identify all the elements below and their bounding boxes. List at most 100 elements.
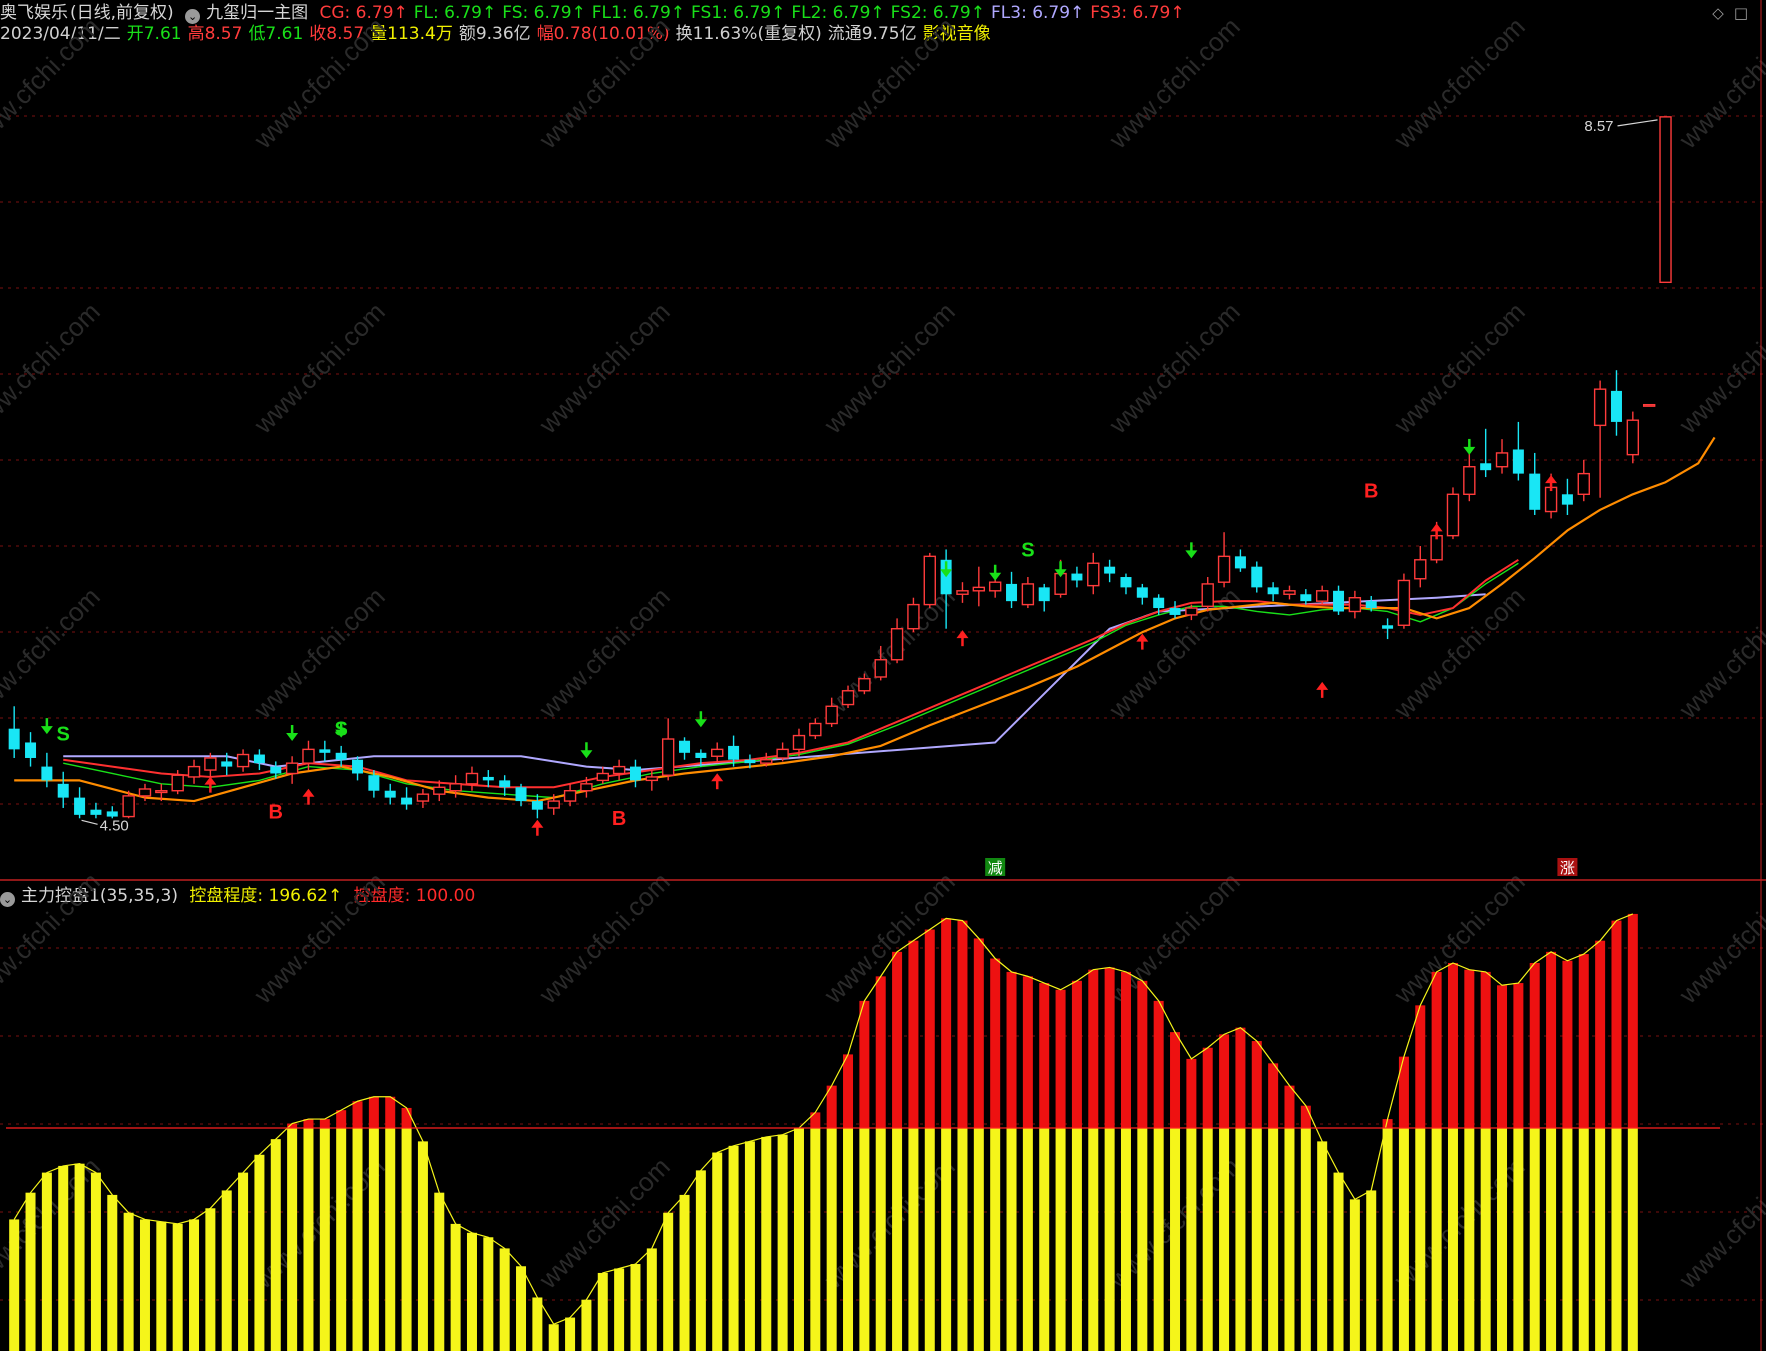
control-bar-red (1186, 1058, 1197, 1128)
control-bar-red (368, 1096, 379, 1128)
candle-body-up (890, 628, 904, 661)
control-bar-yellow (1398, 1128, 1409, 1351)
control-bar-red (1627, 913, 1638, 1128)
control-bar-yellow (1546, 1128, 1557, 1351)
candle-body-up (1495, 452, 1509, 468)
candle-body-up (1414, 559, 1427, 580)
control-bar-red (875, 976, 886, 1128)
control-bar-yellow (990, 1128, 1001, 1351)
control-bar-red (859, 1000, 870, 1128)
candle-body-up (433, 786, 446, 795)
signals: SSSBBB (40, 438, 1558, 836)
control-bar-yellow (1071, 1128, 1082, 1351)
reduce-tag: 减 (985, 858, 1006, 877)
control-bar-yellow (107, 1194, 118, 1351)
watermark-text: www.cfchi.com (1387, 866, 1530, 1009)
candle-body-up (661, 738, 675, 776)
control-bar-yellow (336, 1128, 347, 1351)
watermark-text: www.cfchi.com (1672, 1151, 1766, 1294)
control-bar-yellow (712, 1152, 723, 1351)
control-bar-red (1235, 1027, 1246, 1128)
watermark-text: www.cfchi.com (1672, 11, 1766, 154)
watermark-text: www.cfchi.com (817, 866, 960, 1009)
candle-body-up (645, 776, 659, 782)
control-bar-yellow (1186, 1128, 1197, 1351)
candle-body-up (1397, 579, 1411, 626)
candle-body-down (482, 776, 494, 781)
candle-body-down (1333, 590, 1345, 612)
candle-body-down (1267, 587, 1279, 595)
control-bar-yellow (352, 1128, 363, 1351)
candle-body-down (1480, 463, 1492, 471)
watermark-text: www.cfchi.com (532, 296, 675, 439)
control-bar-yellow (123, 1212, 134, 1351)
control-bar-yellow (368, 1128, 379, 1351)
candle-body-up (1201, 583, 1214, 608)
control-bar-red (1562, 960, 1573, 1128)
down-arrow-icon (286, 725, 299, 742)
control-bar-red (401, 1107, 412, 1128)
control-bar-red (1513, 983, 1524, 1128)
control-bar-yellow (695, 1170, 706, 1351)
candle-body-up (874, 659, 887, 678)
candle-body-down (1169, 608, 1181, 615)
candle-body-up (923, 555, 936, 606)
candle-body-down (253, 754, 265, 764)
control-bar-red (1088, 969, 1099, 1128)
candle-body-down (1104, 566, 1116, 574)
candle-body-up (155, 790, 168, 794)
candle-body-up (792, 734, 806, 751)
up-arrow-head (531, 819, 544, 828)
up-arrow-icon (1136, 633, 1149, 650)
control-bar-red (1497, 985, 1508, 1128)
control-bar-yellow (793, 1128, 804, 1351)
candle-body-up (1315, 590, 1329, 602)
watermark-text: www.cfchi.com (532, 866, 675, 1009)
candle-body-down (1153, 597, 1165, 609)
watermark-text: www.cfchi.com (247, 581, 390, 724)
candle-body-up (825, 705, 838, 725)
control-bar-yellow (1611, 1128, 1622, 1351)
candle-body-up (1626, 419, 1640, 456)
candle-body-up (1087, 562, 1100, 587)
control-bar-red (1120, 971, 1131, 1128)
down-arrow-icon (989, 564, 1002, 581)
candle-body-up (1021, 583, 1035, 606)
control-bar-yellow (1366, 1190, 1377, 1351)
control-bar-yellow (1300, 1128, 1311, 1351)
candle-body-down (221, 761, 233, 767)
candle-body-up (858, 678, 871, 692)
control-bar-yellow (565, 1317, 576, 1351)
kline-chart[interactable]: www.cfchi.com www.cfchi.com www.cfchi.com w… (0, 0, 1766, 1351)
watermark-text: www.cfchi.com (0, 11, 106, 154)
control-bar-yellow (581, 1299, 592, 1351)
control-bar-yellow (646, 1248, 657, 1351)
candle-body-up (204, 757, 217, 771)
control-bar-yellow (1055, 1128, 1066, 1351)
control-bar-yellow (238, 1172, 249, 1351)
control-bar-yellow (156, 1221, 167, 1351)
up-arrow-icon (302, 788, 315, 805)
control-bar-yellow (401, 1128, 412, 1351)
candle-body-up (236, 753, 250, 768)
candle-body-down (1120, 577, 1132, 588)
control-bar-yellow (1006, 1128, 1017, 1351)
control-bar-yellow (663, 1212, 674, 1351)
control-bar-yellow (810, 1128, 821, 1351)
control-bar-red (1398, 1056, 1409, 1128)
control-bar-yellow (859, 1128, 870, 1351)
candle-body-up (1217, 555, 1231, 583)
candle-body-up (122, 795, 135, 818)
control-bar-red (908, 940, 919, 1128)
candle-body-up (1659, 116, 1672, 284)
control-bar-red (1039, 983, 1050, 1128)
control-bar-red (892, 951, 903, 1128)
candle-body-up (285, 762, 299, 775)
control-bar-red (1137, 980, 1148, 1128)
up-arrow-head (956, 630, 969, 639)
candle-body-down (1561, 494, 1573, 505)
control-bar-yellow (941, 1128, 952, 1351)
control-bar-red (1104, 967, 1115, 1128)
control-bar-yellow (385, 1128, 396, 1351)
control-bar-yellow (1529, 1128, 1540, 1351)
